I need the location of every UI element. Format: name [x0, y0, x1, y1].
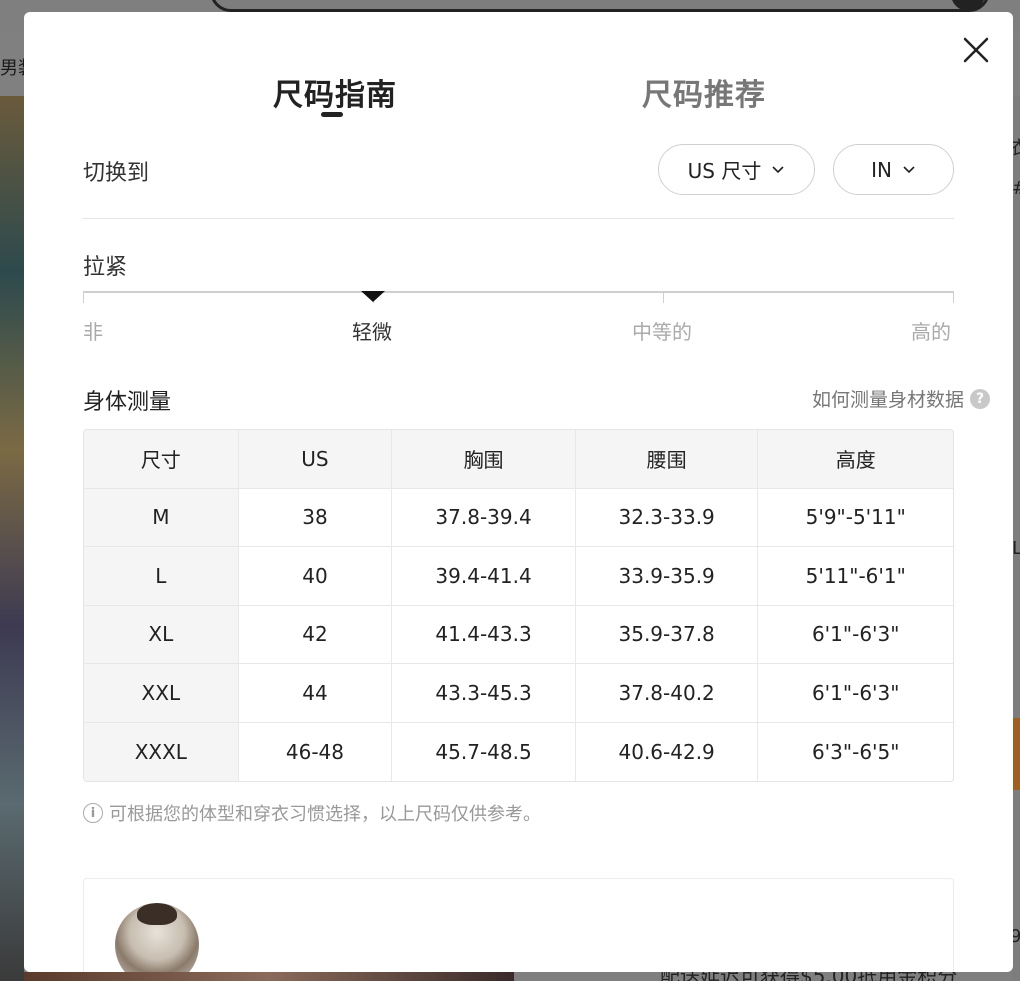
table-cell: 38 [239, 488, 393, 546]
table-cell: 40.6-42.9 [576, 722, 759, 781]
active-tab-indicator [321, 112, 343, 117]
column-header: 尺寸 [84, 430, 239, 488]
table-cell: L [84, 547, 239, 605]
table-cell: 45.7-48.5 [392, 722, 576, 781]
table-cell: XXL [84, 664, 239, 722]
stretch-level-high: 高的 [911, 320, 951, 344]
tab-bar: 尺码指南 尺码推荐 [24, 70, 1013, 120]
info-icon: i [83, 803, 103, 823]
table-cell: 35.9-37.8 [576, 605, 759, 663]
table-row: XXL 44 43.3-45.3 37.8-40.2 6'1"-6'3" [84, 664, 953, 723]
right-text-fragment: L [1012, 538, 1020, 559]
unit-value: IN [871, 157, 892, 182]
stretch-level-medium: 中等的 [632, 320, 692, 344]
table-cell: 41.4-43.3 [392, 605, 576, 663]
stretch-indicator [361, 291, 385, 302]
table-cell: 6'1"-6'3" [811, 680, 900, 705]
how-to-measure-label: 如何测量身材数据 [811, 389, 964, 411]
product-image [0, 96, 24, 981]
tab-size-guide[interactable]: 尺码指南 [273, 70, 397, 114]
right-text-fragment: # [1012, 178, 1020, 199]
table-cell: XXXL [84, 722, 239, 781]
switch-label: 切换到 [83, 161, 150, 186]
table-cell: 32.3-33.9 [576, 488, 759, 546]
column-header: 高度 [758, 430, 953, 488]
right-orange-button [1012, 718, 1020, 790]
unit-switch-row: 切换到 US 尺寸 IN [83, 144, 954, 196]
table-row: M 38 37.8-39.4 32.3-33.9 5'9"-5'11" [84, 488, 953, 547]
table-cell: 6'1"-6'3" [811, 622, 900, 647]
size-note: i 可根据您的体型和穿衣习惯选择，以上尺码仅供参考。 [83, 800, 541, 826]
unit-dropdown[interactable]: IN [833, 144, 954, 195]
table-header-row: 尺寸 US 胸围 腰围 高度 [84, 430, 953, 489]
table-cell: 39.4-41.4 [392, 547, 576, 605]
table-row: XXXL 46-48 45.7-48.5 40.6-42.9 6'3"-6'5" [84, 722, 953, 781]
search-bar [210, 0, 990, 12]
search-button [951, 0, 985, 11]
close-icon[interactable] [962, 36, 990, 64]
size-guide-modal: 尺码指南 尺码推荐 切换到 US 尺寸 IN 拉紧 非 轻微 中等的 高的 身体… [24, 12, 1013, 972]
table-cell: 37.8-40.2 [576, 664, 759, 722]
table-row: L 40 39.4-41.4 33.9-35.9 5'11"-6'1" [84, 547, 953, 606]
model-info-card [83, 878, 954, 972]
table-cell: 6'3"-6'5" [811, 739, 900, 764]
stretch-title: 拉紧 [83, 255, 128, 280]
body-measurements-title: 身体测量 [83, 390, 172, 415]
product-thumbnail [24, 972, 514, 981]
table-cell: 33.9-35.9 [576, 547, 759, 605]
avatar-hair [137, 903, 177, 925]
stretch-tick [83, 291, 84, 303]
table-cell: 43.3-45.3 [392, 664, 576, 722]
chevron-down-icon [772, 165, 784, 173]
size-system-value: US 尺寸 [687, 159, 762, 183]
size-table: 尺寸 US 胸围 腰围 高度 M 38 37.8-39.4 32.3-33.9 … [83, 429, 954, 782]
table-cell: 37.8-39.4 [392, 488, 576, 546]
size-system-dropdown[interactable]: US 尺寸 [658, 144, 815, 195]
table-cell: 46-48 [239, 722, 393, 781]
table-cell: 42 [239, 605, 393, 663]
stretch-tick [663, 291, 664, 303]
question-icon: ? [970, 388, 990, 409]
chevron-down-icon [903, 165, 915, 173]
table-cell: M [84, 488, 239, 546]
avatar [115, 903, 199, 972]
table-row: XL 42 41.4-43.3 35.9-37.8 6'1"-6'3" [84, 605, 953, 664]
stretch-tick [953, 291, 954, 303]
column-header: US [238, 430, 393, 488]
column-header: 胸围 [392, 430, 576, 488]
how-to-measure-link[interactable]: 如何测量身材数据 ? [812, 385, 990, 412]
table-cell: 5'11"-6'1" [805, 563, 906, 588]
table-cell: 5'9"-5'11" [805, 505, 906, 530]
stretch-scale-track [83, 291, 954, 293]
stretch-level-slight: 轻微 [352, 320, 392, 344]
table-cell: 40 [239, 547, 393, 605]
divider [83, 218, 954, 219]
size-note-text: 可根据您的体型和穿衣习惯选择，以上尺码仅供参考。 [109, 804, 541, 825]
table-cell: 44 [239, 664, 393, 722]
tab-size-recommendation[interactable]: 尺码推荐 [642, 70, 766, 114]
table-cell: XL [84, 605, 239, 663]
stretch-level-none: 非 [83, 320, 103, 344]
column-header: 腰围 [575, 430, 759, 488]
